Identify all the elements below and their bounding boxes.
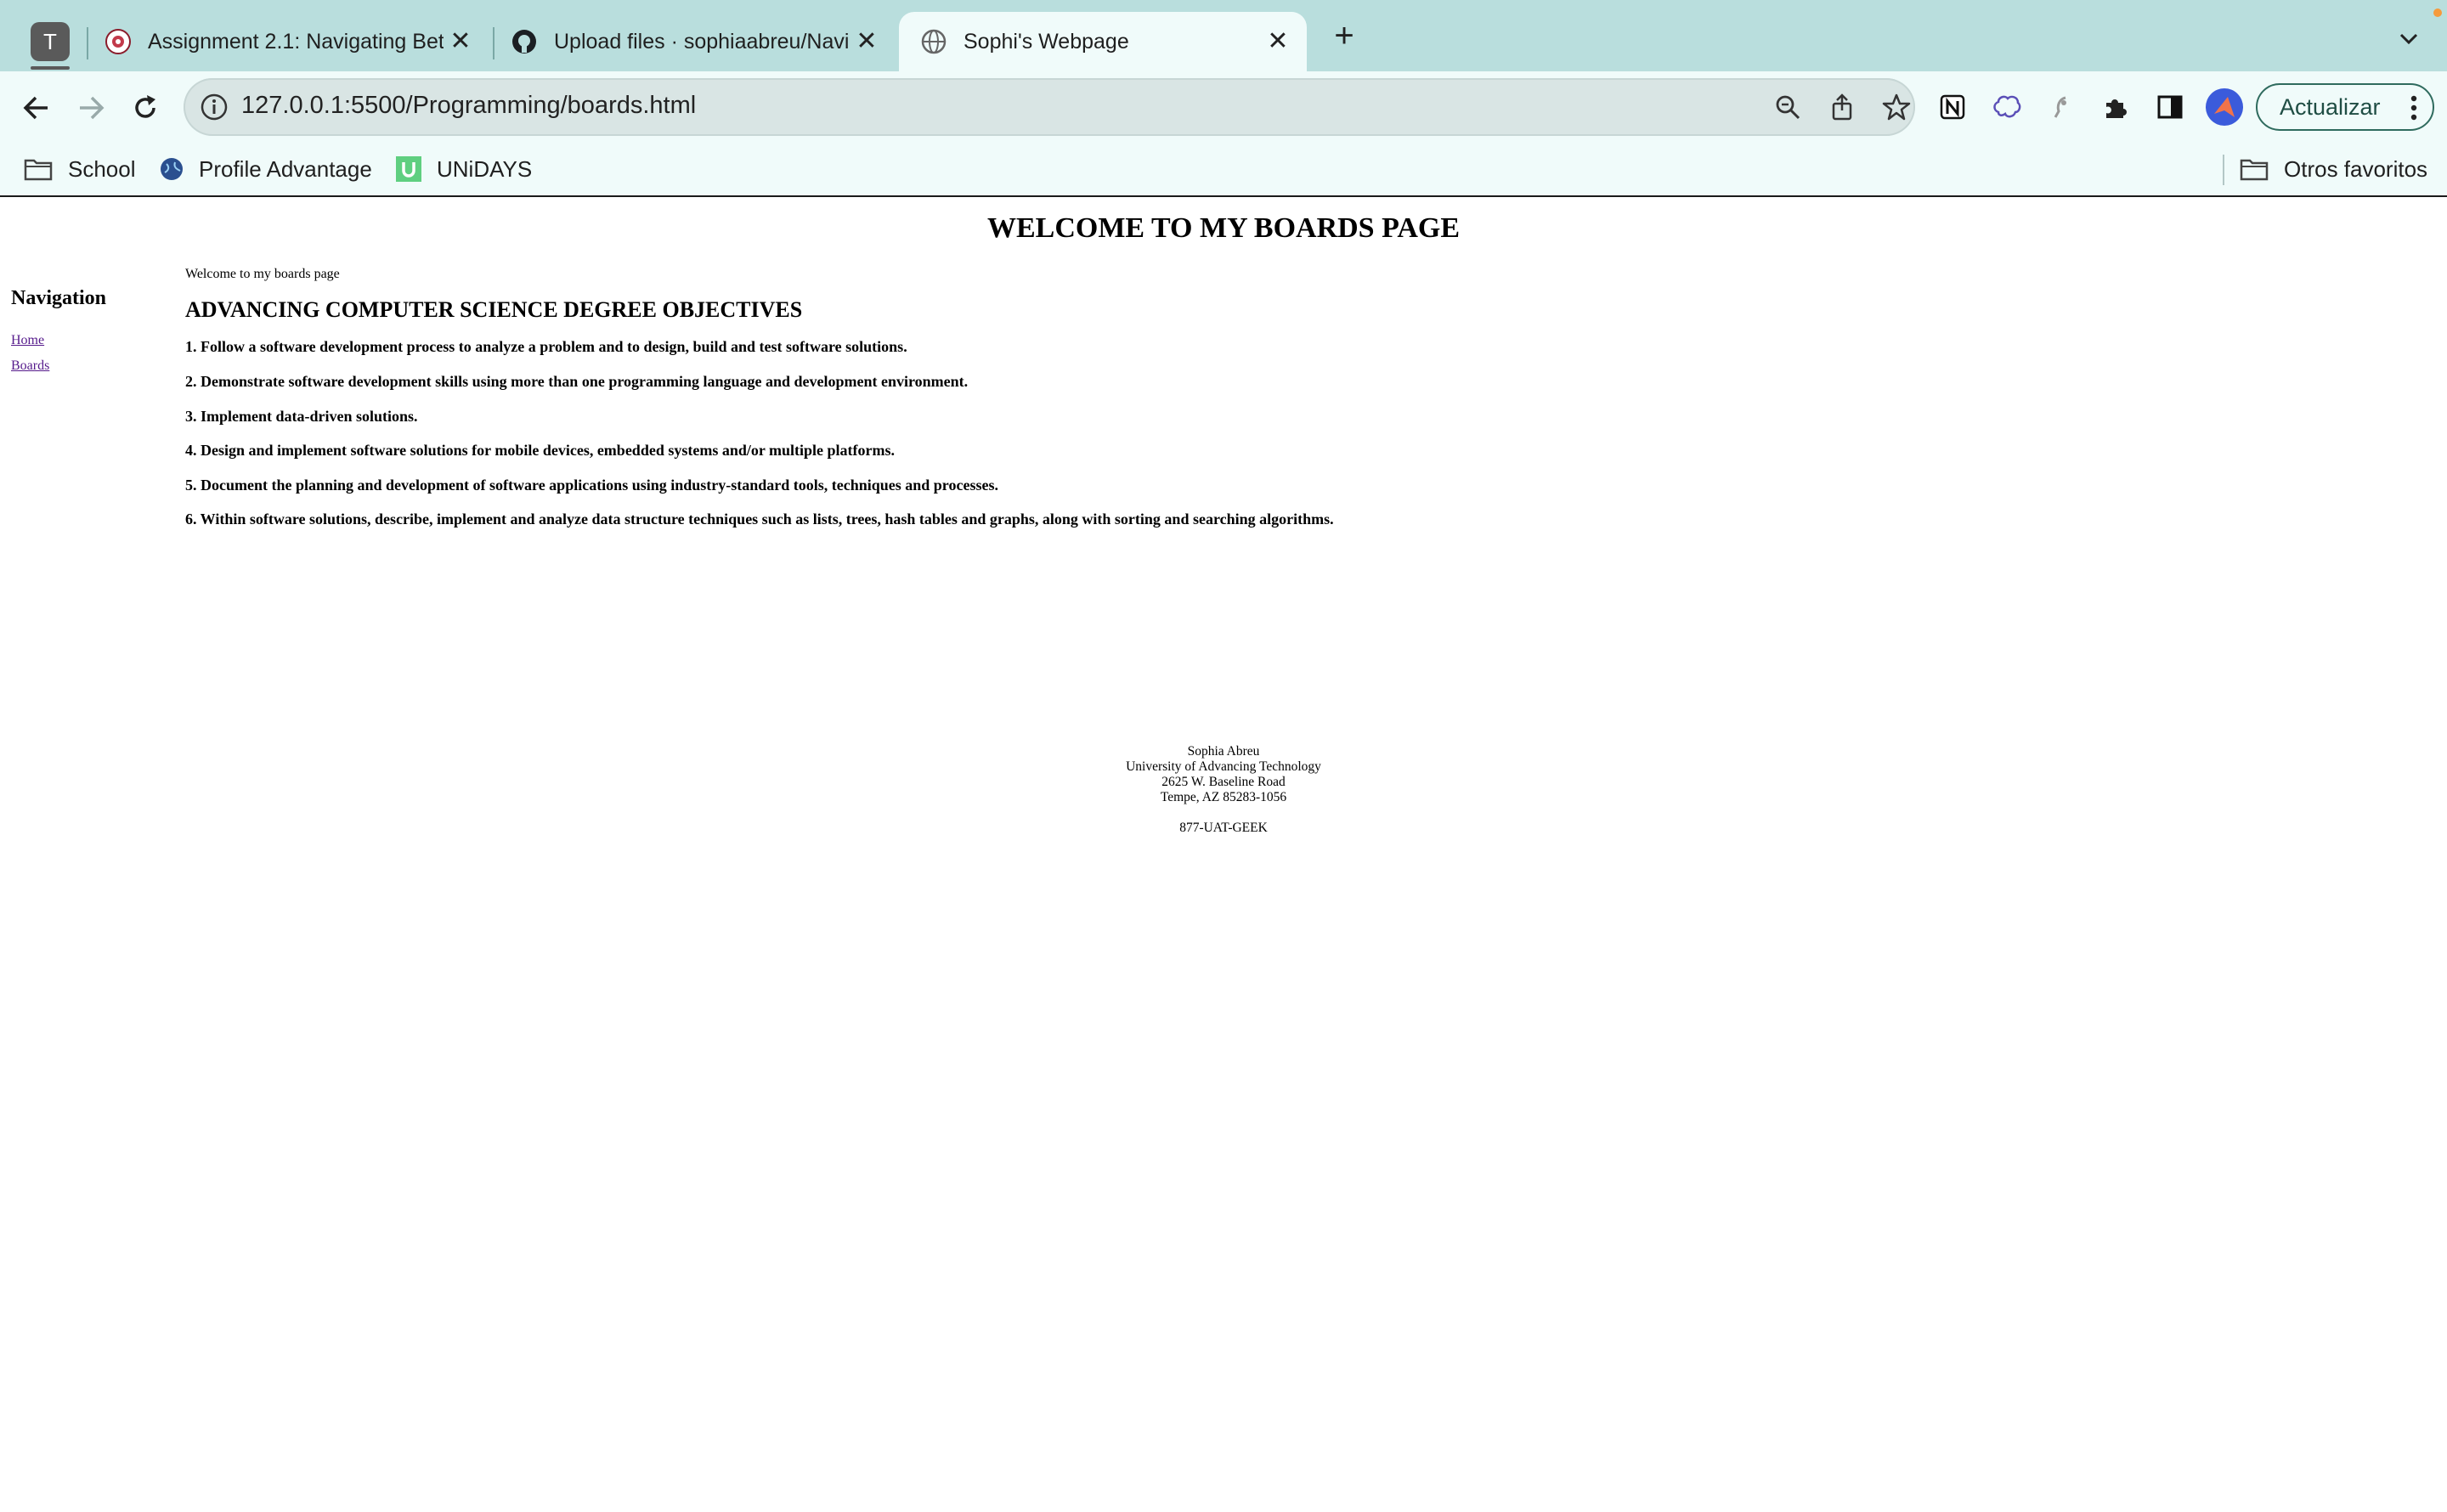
notification-dot — [2433, 8, 2442, 17]
bookmark-label: Profile Advantage — [199, 155, 372, 182]
footer-street: 2625 W. Baseline Road — [1161, 775, 1286, 789]
unidays-logo-icon — [396, 156, 421, 182]
tab-assignment[interactable]: Assignment 2.1: Navigating Bet ✕ — [105, 12, 484, 71]
bookmark-school[interactable]: School — [24, 153, 136, 185]
objective-item: 1. Follow a software development process… — [185, 338, 907, 355]
footer-name: Sophia Abreu — [1187, 744, 1260, 759]
github-icon — [511, 29, 537, 54]
footer-city: Tempe, AZ 85283-1056 — [1160, 790, 1287, 804]
objective-item: 4. Design and implement software solutio… — [185, 442, 895, 459]
globe-favicon-icon — [160, 157, 184, 181]
back-arrow-icon[interactable] — [17, 88, 56, 127]
bookmark-other-favorites[interactable]: Otros favoritos — [2240, 153, 2427, 185]
profile-button[interactable]: T — [31, 22, 70, 61]
extensions-puzzle-icon[interactable] — [2097, 88, 2134, 126]
tab-upload-files[interactable]: Upload files · sophiaabreu/Navi ✕ — [511, 12, 890, 71]
url-text[interactable]: 127.0.0.1:5500/Programming/boards.html — [241, 92, 696, 120]
objective-item: 5. Document the planning and development… — [185, 477, 998, 494]
tab-sophis-webpage[interactable]: Sophi's Webpage ✕ — [899, 12, 1307, 71]
tab-close-icon[interactable]: ✕ — [1261, 29, 1295, 54]
tab-title: Assignment 2.1: Navigating Bet — [148, 29, 444, 54]
tab-title: Upload files · sophiaabreu/Navi — [554, 29, 850, 54]
bookmark-separator — [2223, 155, 2224, 185]
update-button-label: Actualizar — [2280, 93, 2381, 120]
folder-icon — [24, 157, 53, 181]
bookmark-star-icon[interactable] — [1881, 92, 1912, 122]
objective-item: 3. Implement data-driven solutions. — [185, 408, 418, 425]
bookmark-label: School — [68, 155, 136, 182]
page-title: WELCOME TO MY BOARDS PAGE — [986, 212, 1461, 244]
welcome-text: Welcome to my boards page — [185, 267, 340, 281]
tab-title: Sophi's Webpage — [964, 29, 1129, 54]
update-button[interactable]: Actualizar — [2256, 83, 2434, 131]
nav-link-boards[interactable]: Boards — [11, 358, 49, 374]
share-icon[interactable] — [1827, 92, 1857, 122]
bookmark-profile-advantage[interactable]: Profile Advantage — [160, 153, 372, 185]
bookmark-label: UNiDAYS — [437, 155, 533, 182]
footer-school: University of Advancing Technology — [1126, 759, 1321, 774]
zoom-icon[interactable] — [1772, 92, 1803, 122]
navigation-heading: Navigation — [11, 287, 107, 309]
profile-avatar[interactable] — [2206, 88, 2243, 126]
footer-phone: 877-UAT-GEEK — [1179, 821, 1268, 835]
tab-search-chevron-down-icon[interactable] — [2396, 25, 2422, 51]
objectives-heading: ADVANCING COMPUTER SCIENCE DEGREE OBJECT… — [185, 297, 803, 322]
bookmark-label: Otros favoritos — [2284, 155, 2428, 182]
tab-separator — [87, 27, 88, 59]
bookmark-unidays[interactable]: UNiDAYS — [396, 153, 532, 185]
brain-extension-icon[interactable] — [1988, 88, 2026, 126]
tab-close-icon[interactable]: ✕ — [850, 29, 884, 54]
address-bar[interactable]: 127.0.0.1:5500/Programming/boards.html — [184, 78, 1915, 136]
forward-arrow-icon[interactable] — [71, 88, 110, 127]
profile-initial: T — [43, 28, 57, 54]
globe-icon — [921, 29, 947, 54]
side-panel-icon[interactable] — [2151, 88, 2189, 126]
new-tab-button[interactable]: + — [1327, 19, 1361, 53]
uat-favicon-icon — [105, 29, 131, 54]
tab-strip: T Assignment 2.1: Navigating Bet ✕ Uploa… — [0, 0, 2447, 71]
nav-link-home[interactable]: Home — [11, 333, 44, 348]
notion-extension-icon[interactable] — [1934, 88, 1971, 126]
site-info-icon[interactable] — [199, 92, 229, 122]
objective-item: 6. Within software solutions, describe, … — [185, 511, 1334, 528]
bookmarks-bar: School Profile Advantage UNiDAYS Otros f… — [0, 143, 2447, 197]
reload-icon[interactable] — [126, 88, 165, 127]
extension-feather-icon[interactable] — [2043, 88, 2080, 126]
objective-item: 2. Demonstrate software development skil… — [185, 373, 969, 390]
profile-indicator — [31, 66, 70, 70]
more-menu-icon[interactable] — [2410, 95, 2417, 121]
tab-close-icon[interactable]: ✕ — [444, 29, 478, 54]
web-page-content: WELCOME TO MY BOARDS PAGE Navigation Hom… — [0, 197, 2447, 1512]
tab-separator — [493, 27, 494, 59]
folder-icon — [2240, 157, 2269, 181]
